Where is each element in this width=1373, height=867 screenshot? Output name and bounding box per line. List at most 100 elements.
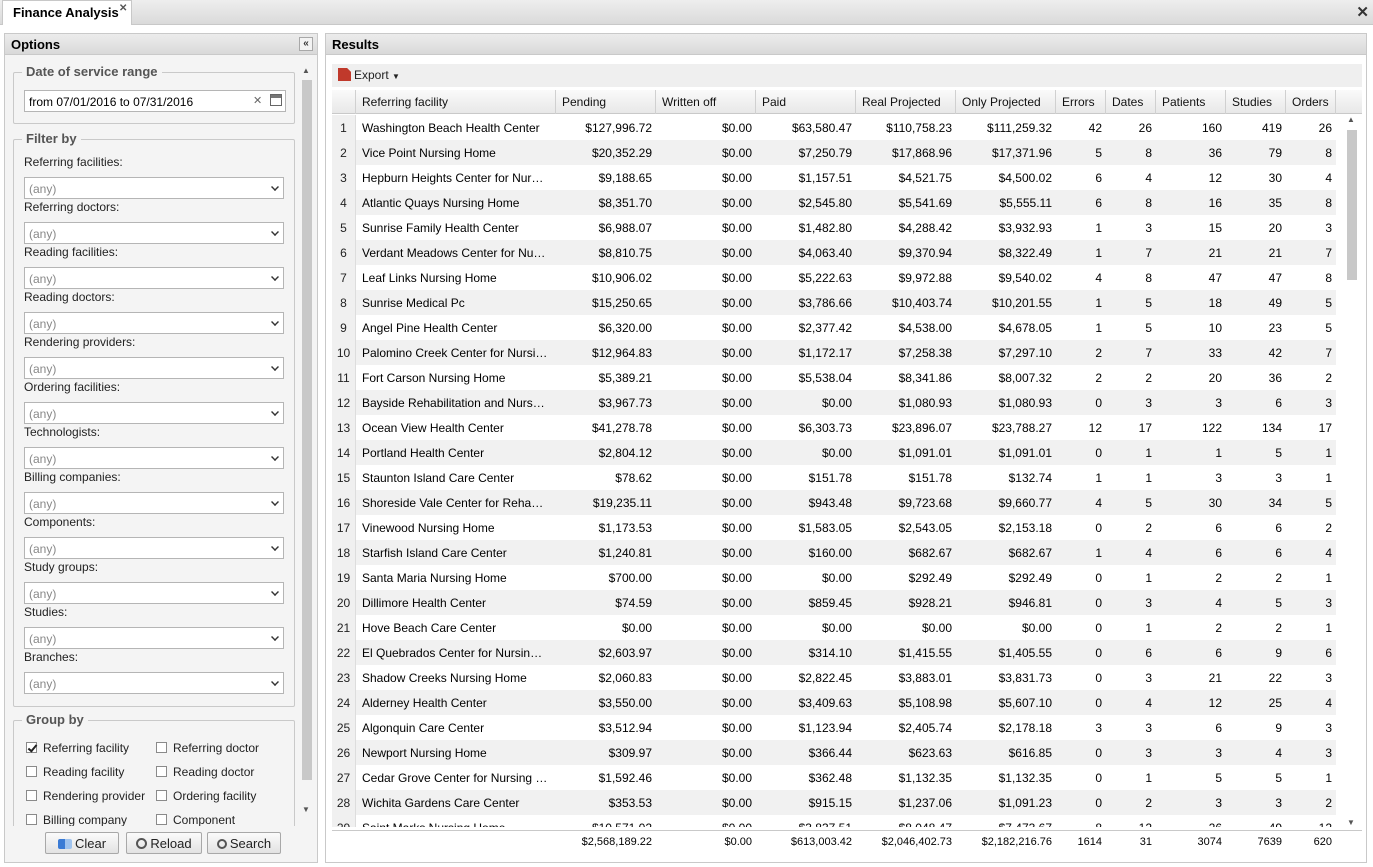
column-header[interactable]: Referring facility xyxy=(356,90,556,114)
window-close-icon[interactable]: ✕ xyxy=(1356,3,1369,21)
options-scrollbar[interactable]: ▲ ▼ xyxy=(300,64,314,826)
table-row[interactable]: 10 Palomino Creek Center for Nursi… $12,96… xyxy=(332,340,1336,365)
table-row[interactable]: 9 Angel Pine Health Center $6,320.00 $0.00 $… xyxy=(332,315,1336,340)
filter-label: Billing companies: xyxy=(24,470,121,484)
filter-select[interactable]: (any) xyxy=(24,222,284,244)
table-row[interactable]: 14 Portland Health Center $2,804.12 $0.00 $0… xyxy=(332,440,1336,465)
reload-button[interactable]: Reload xyxy=(126,832,202,854)
table-cell: 30 xyxy=(1208,496,1222,510)
row-number: 4 xyxy=(332,190,356,215)
filter-label: Referring doctors: xyxy=(24,200,120,214)
table-row[interactable]: 11 Fort Carson Nursing Home $5,389.21 $0.00… xyxy=(332,365,1336,390)
table-row[interactable]: 4 Atlantic Quays Nursing Home $8,351.70 $0.… xyxy=(332,190,1336,215)
filter-select[interactable]: (any) xyxy=(24,672,284,694)
checkbox-unchecked-icon[interactable] xyxy=(26,814,37,825)
column-header[interactable]: Real Projected xyxy=(856,90,956,114)
scroll-up-icon[interactable]: ▲ xyxy=(302,66,310,75)
column-header[interactable]: Patients xyxy=(1156,90,1226,114)
filter-select[interactable]: (any) xyxy=(24,492,284,514)
checkbox-unchecked-icon[interactable] xyxy=(26,790,37,801)
table-cell: Cedar Grove Center for Nursing … xyxy=(362,771,548,785)
scroll-up-icon[interactable]: ▲ xyxy=(1347,115,1355,124)
checkbox-unchecked-icon[interactable] xyxy=(26,766,37,777)
scrollbar-thumb[interactable] xyxy=(302,80,312,780)
table-cell: $110,758.23 xyxy=(886,121,952,135)
table-row[interactable]: 2 Vice Point Nursing Home $20,352.29 $0.00 $… xyxy=(332,140,1336,165)
checkbox-unchecked-icon[interactable] xyxy=(156,742,167,753)
table-cell: Bayside Rehabilitation and Nurs… xyxy=(362,396,545,410)
table-row[interactable]: 17 Vinewood Nursing Home $1,173.53 $0.00 $1,… xyxy=(332,515,1336,540)
table-cell: $3,512.94 xyxy=(598,721,652,735)
export-button[interactable]: Export ▼ xyxy=(338,68,400,82)
column-header[interactable]: Dates xyxy=(1106,90,1156,114)
filter-select[interactable]: (any) xyxy=(24,627,284,649)
table-row[interactable]: 7 Leaf Links Nursing Home $10,906.02 $0.00 $… xyxy=(332,265,1336,290)
table-row[interactable]: 28 Wichita Gardens Care Center $353.53 $0.0… xyxy=(332,790,1336,815)
checkbox-unchecked-icon[interactable] xyxy=(156,766,167,777)
column-header[interactable]: Orders xyxy=(1286,90,1336,114)
table-row[interactable]: 23 Shadow Creeks Nursing Home $2,060.83 $0.… xyxy=(332,665,1336,690)
table-row[interactable]: 18 Starfish Island Care Center $1,240.81 $0… xyxy=(332,540,1336,565)
table-row[interactable]: 6 Verdant Meadows Center for Nu… $8,810.75… xyxy=(332,240,1336,265)
column-header[interactable]: Written off xyxy=(656,90,756,114)
scroll-down-icon[interactable]: ▼ xyxy=(302,805,310,814)
table-row[interactable]: 15 Staunton Island Care Center $78.62 $0.00… xyxy=(332,465,1336,490)
date-range-input[interactable]: from 07/01/2016 to 07/31/2016 ✕ xyxy=(24,90,286,112)
clear-date-icon[interactable]: ✕ xyxy=(253,94,262,107)
table-row[interactable]: 3 Hepburn Heights Center for Nur… $9,188.6… xyxy=(332,165,1336,190)
table-cell: 2 xyxy=(1215,571,1222,585)
filter-select[interactable]: (any) xyxy=(24,582,284,604)
column-header[interactable]: Pending xyxy=(556,90,656,114)
column-header[interactable]: Errors xyxy=(1056,90,1106,114)
table-row[interactable]: 26 Newport Nursing Home $309.97 $0.00 $366.4… xyxy=(332,740,1336,765)
table-row[interactable]: 16 Shoreside Vale Center for Reha… $19,235… xyxy=(332,490,1336,515)
filter-select[interactable]: (any) xyxy=(24,267,284,289)
grid-scrollbar[interactable]: ▲ ▼ xyxy=(1344,115,1360,827)
table-cell: 26 xyxy=(1318,121,1332,135)
table-row[interactable]: 12 Bayside Rehabilitation and Nurs… $3,967… xyxy=(332,390,1336,415)
table-row[interactable]: 1 Washington Beach Health Center $127,996.… xyxy=(332,115,1336,140)
table-row[interactable]: 27 Cedar Grove Center for Nursing … $1,592… xyxy=(332,765,1336,790)
filter-select[interactable]: (any) xyxy=(24,402,284,424)
checkbox-unchecked-icon[interactable] xyxy=(156,814,167,825)
total-cell: 3074 xyxy=(1197,836,1222,848)
table-cell: $2,153.18 xyxy=(998,521,1052,535)
tab-close-icon[interactable]: ✕ xyxy=(119,3,127,14)
table-cell: $3,550.00 xyxy=(598,696,652,710)
table-row[interactable]: 5 Sunrise Family Health Center $6,988.07 $0… xyxy=(332,215,1336,240)
table-cell: 26 xyxy=(1156,815,1226,827)
table-cell: $4,288.42 xyxy=(898,221,952,235)
table-row[interactable]: 24 Alderney Health Center $3,550.00 $0.00 $3… xyxy=(332,690,1336,715)
table-cell: $9,370.94 xyxy=(898,246,952,260)
filter-label: Study groups: xyxy=(24,560,99,574)
calendar-icon[interactable] xyxy=(270,94,282,106)
table-cell: 9 xyxy=(1275,646,1282,660)
filter-select[interactable]: (any) xyxy=(24,177,284,199)
scroll-down-icon[interactable]: ▼ xyxy=(1347,818,1355,827)
tab-finance-analysis[interactable]: Finance Analysis ✕ xyxy=(2,0,132,25)
collapse-panel-icon[interactable]: « xyxy=(299,37,313,51)
table-row[interactable]: 13 Ocean View Health Center $41,278.78 $0.0… xyxy=(332,415,1336,440)
filter-value: (any) xyxy=(29,452,57,466)
table-row[interactable]: 25 Algonquin Care Center $3,512.94 $0.00 $1,… xyxy=(332,715,1336,740)
filter-select[interactable]: (any) xyxy=(24,537,284,559)
filter-select[interactable]: (any) xyxy=(24,357,284,379)
table-row[interactable]: 22 El Quebrados Center for Nursin… $2,603.… xyxy=(332,640,1336,665)
table-cell: $0.00 xyxy=(721,671,752,685)
table-row[interactable]: 29Saint Marks Nursing Home$10,571.02$0.0… xyxy=(332,815,1336,827)
table-row[interactable]: 21 Hove Beach Care Center $0.00 $0.00 $0.00 $… xyxy=(332,615,1336,640)
date-range-value: from 07/01/2016 to 07/31/2016 xyxy=(29,95,194,109)
column-header[interactable]: Studies xyxy=(1226,90,1286,114)
search-button[interactable]: Search xyxy=(207,832,281,854)
checkbox-checked-icon[interactable] xyxy=(26,742,37,753)
scrollbar-thumb[interactable] xyxy=(1347,130,1357,280)
clear-button[interactable]: Clear xyxy=(45,832,119,854)
column-header[interactable]: Paid xyxy=(756,90,856,114)
column-header[interactable]: Only Projected xyxy=(956,90,1056,114)
table-row[interactable]: 19 Santa Maria Nursing Home $700.00 $0.00 $0… xyxy=(332,565,1336,590)
filter-select[interactable]: (any) xyxy=(24,312,284,334)
table-row[interactable]: 20 Dillimore Health Center $74.59 $0.00 $859… xyxy=(332,590,1336,615)
checkbox-unchecked-icon[interactable] xyxy=(156,790,167,801)
table-row[interactable]: 8 Sunrise Medical Pc $15,250.65 $0.00 $3,786… xyxy=(332,290,1336,315)
filter-select[interactable]: (any) xyxy=(24,447,284,469)
